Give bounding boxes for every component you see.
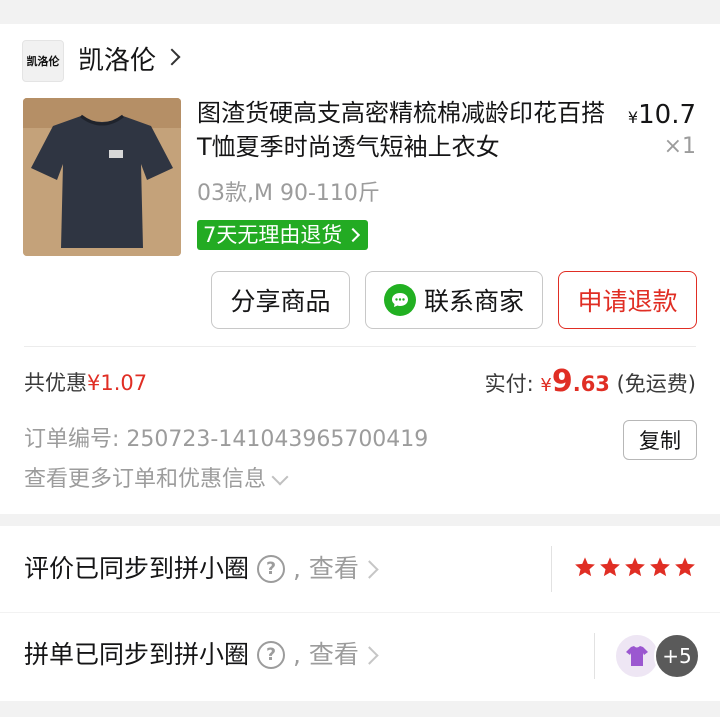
product-quantity: ×1 — [663, 134, 696, 159]
order-number-label: 订单编号: — [24, 427, 120, 452]
group-view-link[interactable]: , 查看 — [293, 637, 359, 673]
share-product-label: 分享商品 — [230, 287, 331, 316]
rating-stars — [574, 556, 696, 578]
paid-amount: 实付: ¥9.63 (免运费) — [485, 365, 696, 403]
chevron-right-icon — [360, 559, 379, 579]
review-sync-label: 评价已同步到拼小圈 — [24, 554, 250, 583]
return-policy-badge[interactable]: 7天无理由退货 — [197, 220, 369, 250]
divider — [24, 346, 696, 347]
chevron-down-icon — [271, 468, 289, 486]
share-product-button[interactable]: 分享商品 — [211, 271, 350, 329]
review-view-label: 查看 — [308, 554, 359, 583]
paid-currency: ¥ — [540, 375, 552, 396]
review-sync-label-group: 评价已同步到拼小圈 ? , 查看 — [24, 551, 379, 587]
star-icon — [600, 557, 620, 577]
divider — [594, 633, 595, 679]
star-icon — [675, 557, 695, 577]
group-avatars[interactable]: +5 — [614, 633, 700, 679]
discount-summary: 共优惠¥1.07 — [24, 368, 147, 398]
request-refund-label: 申请退款 — [577, 287, 678, 316]
shipping-note: (免运费) — [616, 372, 696, 396]
star-icon — [575, 557, 595, 577]
group-sync-label: 拼单已同步到拼小圈 — [24, 640, 250, 669]
more-members-avatar: +5 — [654, 633, 700, 679]
divider — [551, 546, 552, 592]
more-order-info-toggle[interactable]: 查看更多订单和优惠信息 — [24, 464, 289, 496]
shop-logo[interactable]: 凯洛伦 — [22, 40, 64, 82]
review-sync-row[interactable]: 评价已同步到拼小圈 ? , 查看 — [0, 526, 720, 612]
star-icon — [650, 557, 670, 577]
copy-order-number-button[interactable]: 复制 — [623, 420, 697, 460]
chevron-right-icon — [360, 645, 379, 665]
group-view-label: 查看 — [308, 640, 359, 669]
order-card: 凯洛伦 凯洛伦 图渣货硬高支高密精梳棉减龄印花百搭T恤夏季时尚透气短袖上衣女 ¥… — [0, 24, 720, 514]
paid-decimal: .63 — [572, 372, 610, 396]
paid-label: 实付: — [484, 372, 534, 396]
price-currency: ¥ — [627, 108, 639, 127]
price-decimal: .7 — [671, 100, 696, 130]
paid-integer: 9 — [551, 364, 573, 399]
request-refund-button[interactable]: 申请退款 — [558, 271, 697, 329]
shop-name[interactable]: 凯洛伦 — [78, 42, 156, 80]
product-title[interactable]: 图渣货硬高支高密精梳棉减龄印花百搭T恤夏季时尚透气短袖上衣女 — [197, 96, 607, 164]
price-integer: 10 — [638, 100, 672, 130]
chevron-right-icon[interactable] — [163, 48, 181, 66]
chevron-right-icon — [346, 227, 361, 243]
review-view-link[interactable]: , 查看 — [293, 551, 359, 587]
help-icon[interactable]: ? — [257, 555, 286, 583]
group-sync-label-group: 拼单已同步到拼小圈 ? , 查看 — [24, 637, 379, 673]
return-policy-label: 7天无理由退货 — [203, 223, 343, 247]
star-icon — [625, 557, 645, 577]
help-icon[interactable]: ? — [257, 641, 286, 669]
order-number-value: 250723-141043965700419 — [126, 427, 429, 452]
more-order-info-label: 查看更多订单和优惠信息 — [24, 467, 267, 492]
discount-amount: ¥1.07 — [87, 371, 148, 395]
contact-seller-label: 联系商家 — [423, 287, 524, 316]
chat-bubble-icon — [383, 284, 416, 316]
product-spec: 03款,M 90-110斤 — [197, 181, 380, 206]
order-number: 订单编号: 250723-141043965700419 — [24, 424, 428, 456]
group-sync-row[interactable]: 拼单已同步到拼小圈 ? , 查看 +5 — [0, 613, 720, 701]
product-price: ¥10.7 — [628, 98, 696, 135]
discount-label: 共优惠 — [24, 371, 87, 395]
contact-seller-button[interactable]: 联系商家 — [365, 271, 543, 329]
product-image[interactable] — [23, 98, 181, 256]
